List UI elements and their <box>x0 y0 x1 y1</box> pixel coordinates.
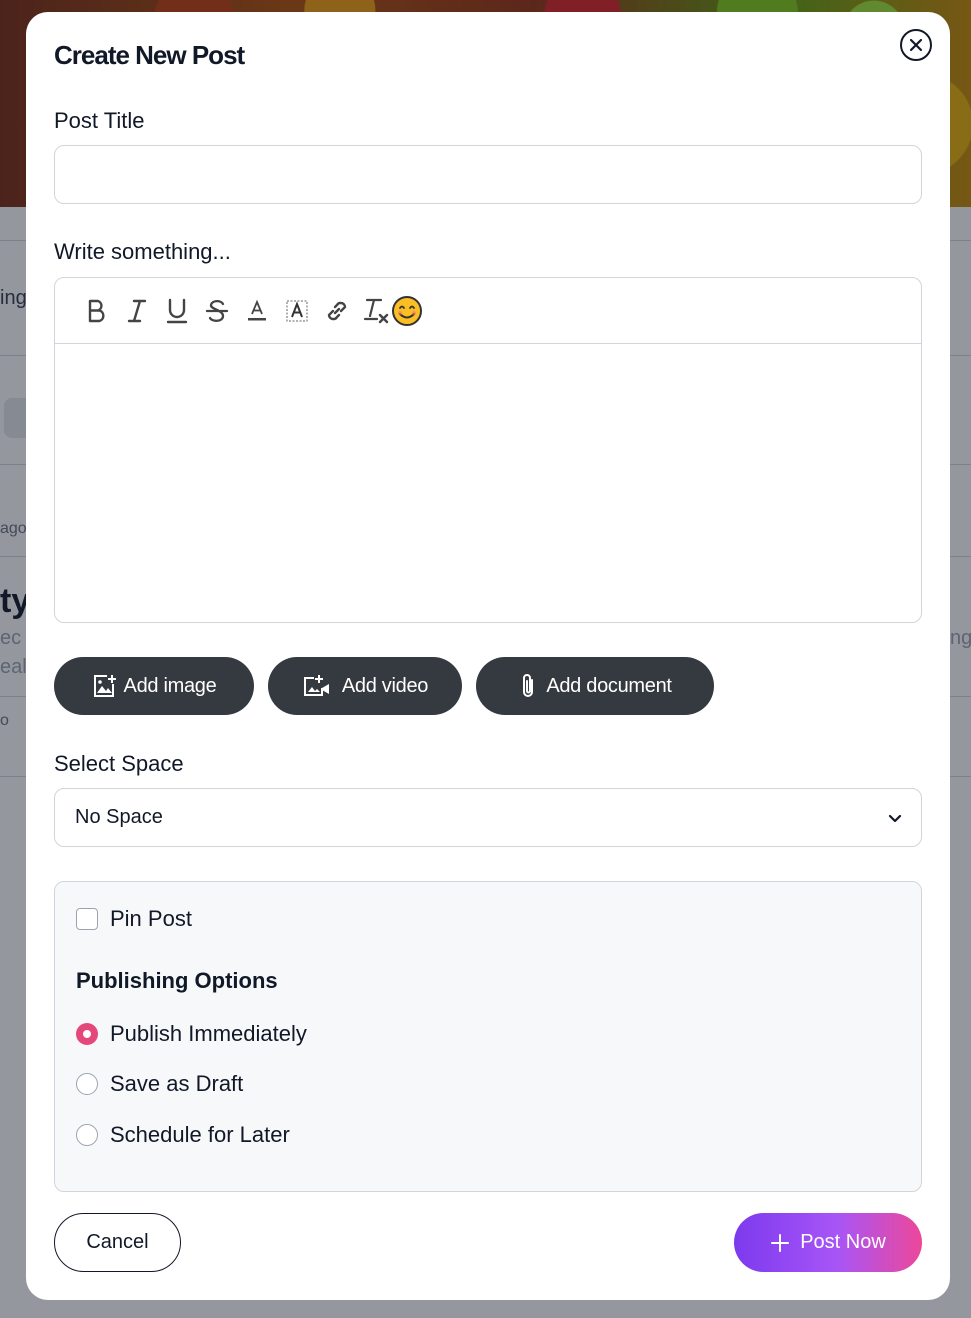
publish-immediately-label: Publish Immediately <box>110 1021 307 1046</box>
highlight-icon <box>286 300 308 321</box>
post-title-input[interactable] <box>54 145 922 204</box>
strikethrough-button[interactable] <box>197 291 237 331</box>
paperclip-icon <box>523 674 534 697</box>
rich-text-editor <box>54 277 922 623</box>
underline-icon <box>166 298 188 323</box>
add-image-button[interactable]: Add image <box>54 657 254 715</box>
add-document-button[interactable]: Add document <box>476 657 714 715</box>
post-options-panel: Pin Post Publishing Options Publish Imme… <box>54 881 922 1192</box>
emoji-button[interactable] <box>387 291 427 331</box>
bold-button[interactable] <box>77 291 117 331</box>
checkbox-box[interactable] <box>76 908 98 930</box>
pin-post-label: Pin Post <box>110 906 192 931</box>
radio-button[interactable] <box>76 1124 98 1146</box>
post-now-button[interactable]: Post Now <box>734 1213 922 1272</box>
italic-icon <box>127 299 147 322</box>
close-button[interactable] <box>900 29 932 61</box>
text-color-button[interactable] <box>237 291 277 331</box>
editor-toolbar <box>55 278 921 344</box>
create-post-modal: Create New Post Post Title Write somethi… <box>26 12 950 1300</box>
text-color-icon <box>248 299 266 320</box>
space-select[interactable]: No Space <box>54 788 922 847</box>
radio-button-checked[interactable] <box>76 1023 98 1045</box>
add-video-icon <box>303 675 329 696</box>
italic-button[interactable] <box>117 291 157 331</box>
bold-icon <box>88 299 105 322</box>
add-video-label: Add video <box>341 674 429 697</box>
add-document-label: Add document <box>546 674 672 697</box>
schedule-for-later-label: Schedule for Later <box>110 1122 290 1147</box>
editor-content-area[interactable] <box>55 344 921 622</box>
underline-button[interactable] <box>157 291 197 331</box>
chevron-down-icon <box>888 814 902 822</box>
link-button[interactable] <box>317 291 357 331</box>
save-as-draft-label: Save as Draft <box>110 1071 244 1096</box>
cancel-button[interactable]: Cancel <box>54 1213 181 1272</box>
strikethrough-icon <box>205 299 229 322</box>
highlight-button[interactable] <box>277 291 317 331</box>
publish-immediately-radio[interactable]: Publish Immediately <box>76 1021 307 1047</box>
emoji-icon <box>392 295 422 326</box>
select-space-label: Select Space <box>54 751 184 776</box>
add-image-label: Add image <box>123 674 217 697</box>
post-now-label: Post Now <box>800 1231 886 1253</box>
radio-button[interactable] <box>76 1073 98 1095</box>
space-select-value: No Space <box>75 806 163 828</box>
close-icon <box>909 38 923 52</box>
editor-label: Write something... <box>54 239 231 264</box>
publishing-options-title: Publishing Options <box>76 968 278 993</box>
add-video-button[interactable]: Add video <box>268 657 462 715</box>
add-image-icon <box>93 675 116 697</box>
post-title-label: Post Title <box>54 108 145 133</box>
pin-post-checkbox[interactable]: Pin Post <box>76 906 192 932</box>
link-icon <box>327 301 347 320</box>
save-as-draft-radio[interactable]: Save as Draft <box>76 1071 243 1097</box>
modal-title: Create New Post <box>54 40 245 70</box>
schedule-for-later-radio[interactable]: Schedule for Later <box>76 1122 290 1148</box>
plus-icon <box>771 1233 790 1252</box>
